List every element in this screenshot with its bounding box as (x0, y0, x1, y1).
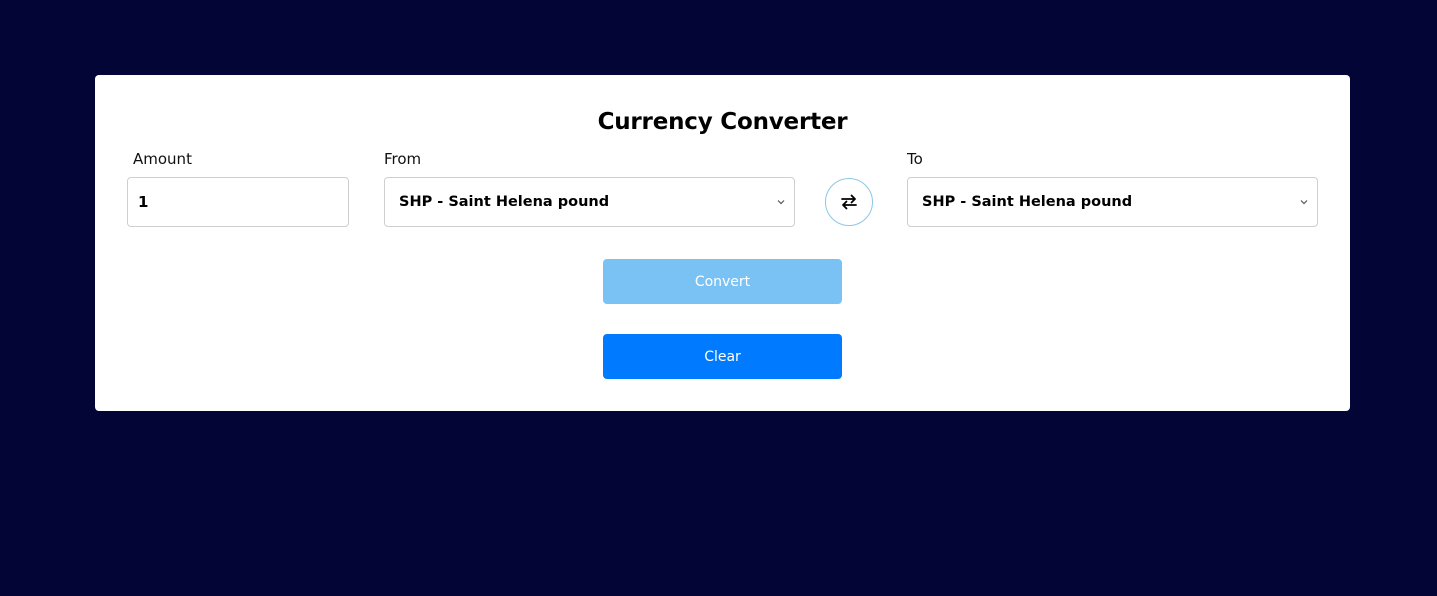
to-currency-value: SHP - Saint Helena pound (922, 194, 1133, 210)
from-currency-value: SHP - Saint Helena pound (399, 194, 610, 210)
from-label: From (384, 150, 422, 168)
clear-button[interactable]: Clear (603, 334, 842, 379)
amount-input[interactable] (127, 177, 349, 227)
chevron-down-icon (777, 200, 785, 205)
chevron-down-icon (1300, 200, 1308, 205)
swap-arrows-icon (841, 194, 857, 210)
page-title: Currency Converter (597, 109, 848, 135)
converter-card: Currency Converter Amount From To SHP - … (95, 75, 1350, 411)
amount-label: Amount (133, 150, 192, 168)
from-currency-select[interactable]: SHP - Saint Helena pound (384, 177, 795, 227)
convert-button[interactable]: Convert (603, 259, 842, 304)
to-currency-select[interactable]: SHP - Saint Helena pound (907, 177, 1318, 227)
swap-currencies-button[interactable] (825, 178, 873, 226)
to-label: To (907, 150, 923, 168)
